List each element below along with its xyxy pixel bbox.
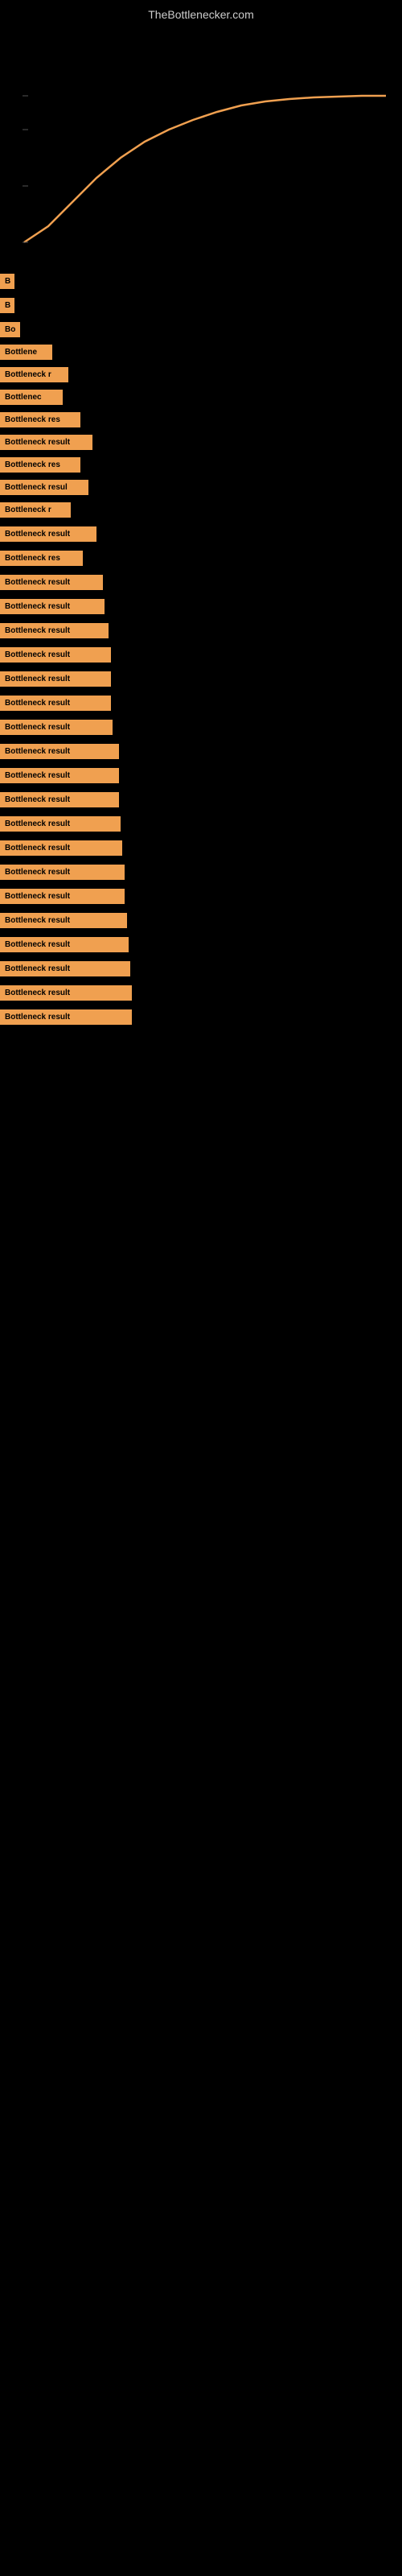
result-label-30: Bottleneck result	[0, 961, 130, 976]
result-label-32: Bottleneck result	[0, 1009, 132, 1025]
result-label-17: Bottleneck result	[0, 647, 111, 663]
result-label-16: Bottleneck result	[0, 623, 109, 638]
result-row-4: Bottlene	[0, 339, 402, 361]
result-row-21: Bottleneck result	[0, 737, 402, 761]
result-label-10: Bottleneck resul	[0, 480, 88, 495]
result-row-32: Bottleneck result	[0, 1002, 402, 1026]
result-row-5: Bottleneck r	[0, 361, 402, 384]
result-label-8: Bottleneck result	[0, 435, 92, 450]
result-row-14: Bottleneck result	[0, 568, 402, 592]
result-label-1: B	[0, 274, 14, 289]
result-row-31: Bottleneck result	[0, 978, 402, 1002]
result-row-12: Bottleneck result	[0, 519, 402, 543]
result-label-19: Bottleneck result	[0, 696, 111, 711]
result-row-13: Bottleneck res	[0, 543, 402, 568]
chart-svg	[0, 25, 402, 266]
result-label-28: Bottleneck result	[0, 913, 127, 928]
result-row-7: Bottleneck res	[0, 407, 402, 429]
result-label-3: Bo	[0, 322, 20, 337]
result-row-8: Bottleneck result	[0, 429, 402, 452]
result-row-25: Bottleneck result	[0, 833, 402, 857]
result-row-10: Bottleneck resul	[0, 474, 402, 497]
result-label-13: Bottleneck res	[0, 551, 83, 566]
result-row-28: Bottleneck result	[0, 906, 402, 930]
result-label-5: Bottleneck r	[0, 367, 68, 382]
result-label-4: Bottlene	[0, 345, 52, 360]
result-label-22: Bottleneck result	[0, 768, 119, 783]
result-label-26: Bottleneck result	[0, 865, 125, 880]
result-label-2: B	[0, 298, 14, 313]
result-row-26: Bottleneck result	[0, 857, 402, 881]
result-row-20: Bottleneck result	[0, 712, 402, 737]
result-row-24: Bottleneck result	[0, 809, 402, 833]
result-label-14: Bottleneck result	[0, 575, 103, 590]
result-row-19: Bottleneck result	[0, 688, 402, 712]
result-label-18: Bottleneck result	[0, 671, 111, 687]
result-label-21: Bottleneck result	[0, 744, 119, 759]
result-label-20: Bottleneck result	[0, 720, 113, 735]
result-label-27: Bottleneck result	[0, 889, 125, 904]
result-row-11: Bottleneck r	[0, 497, 402, 519]
result-row-16: Bottleneck result	[0, 616, 402, 640]
result-row-18: Bottleneck result	[0, 664, 402, 688]
result-label-6: Bottlenec	[0, 390, 63, 405]
result-row-1: B	[0, 266, 402, 291]
site-title: TheBottlenecker.com	[0, 0, 402, 25]
result-row-17: Bottleneck result	[0, 640, 402, 664]
result-label-31: Bottleneck result	[0, 985, 132, 1001]
result-label-25: Bottleneck result	[0, 840, 122, 856]
result-row-22: Bottleneck result	[0, 761, 402, 785]
results-container: B B Bo Bottlene Bottleneck r Bottlenec B…	[0, 266, 402, 1026]
result-row-6: Bottlenec	[0, 384, 402, 407]
result-row-23: Bottleneck result	[0, 785, 402, 809]
result-row-9: Bottleneck res	[0, 452, 402, 474]
result-row-30: Bottleneck result	[0, 954, 402, 978]
result-row-29: Bottleneck result	[0, 930, 402, 954]
result-row-15: Bottleneck result	[0, 592, 402, 616]
result-label-23: Bottleneck result	[0, 792, 119, 807]
result-label-7: Bottleneck res	[0, 412, 80, 427]
result-row-3: Bo	[0, 315, 402, 339]
result-label-12: Bottleneck result	[0, 526, 96, 542]
result-label-24: Bottleneck result	[0, 816, 121, 832]
result-label-11: Bottleneck r	[0, 502, 71, 518]
result-row-27: Bottleneck result	[0, 881, 402, 906]
result-label-29: Bottleneck result	[0, 937, 129, 952]
result-row-2: B	[0, 291, 402, 315]
result-label-15: Bottleneck result	[0, 599, 105, 614]
chart-area	[0, 25, 402, 266]
result-label-9: Bottleneck res	[0, 457, 80, 473]
